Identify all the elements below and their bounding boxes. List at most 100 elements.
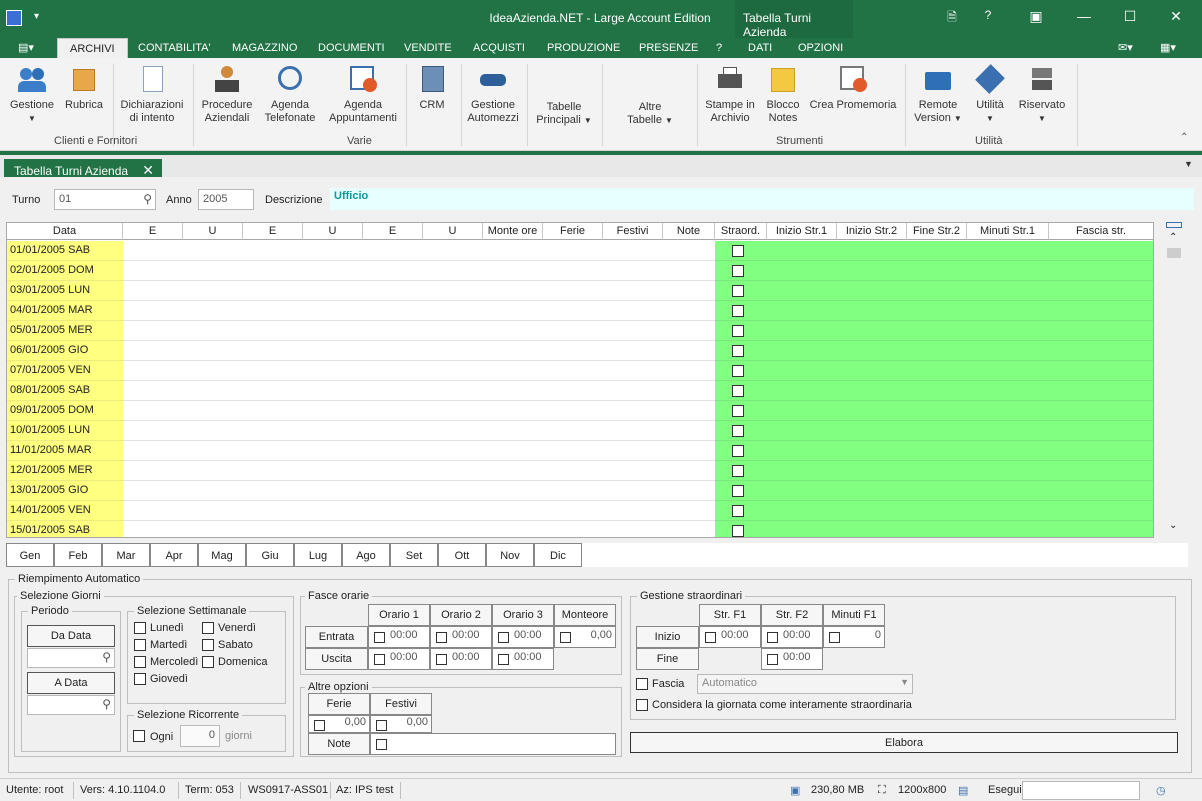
row-date[interactable]: 09/01/2005 DOM	[7, 401, 123, 421]
agenda-telefonate-button[interactable]: Agenda Telefonate	[260, 64, 320, 125]
inizio-minuti-f1-cell[interactable]: 0	[823, 626, 885, 648]
scroll-thumb[interactable]	[1167, 248, 1181, 258]
descrizione-input[interactable]: Ufficio	[330, 188, 1194, 210]
straord-checkbox[interactable]	[732, 525, 744, 537]
entrata-orario1-cell[interactable]: 00:00	[368, 626, 430, 648]
fascia-select[interactable]: Automatico ▼	[697, 674, 913, 694]
tab-dati[interactable]: DATI	[748, 42, 772, 54]
history-icon[interactable]: ◷	[1156, 784, 1166, 797]
dichiarazioni-button[interactable]: Dichiarazioni di intento	[118, 64, 186, 125]
overtime-cells[interactable]	[715, 501, 1153, 521]
table-row[interactable]	[123, 421, 715, 441]
column-header[interactable]: U	[423, 223, 483, 240]
festivi-cell[interactable]: 0,00	[370, 715, 432, 733]
venerdi-checkbox[interactable]	[202, 622, 214, 634]
window-layout-icon[interactable]: ▦▾	[1160, 41, 1176, 54]
column-header[interactable]: U	[183, 223, 243, 240]
row-date[interactable]: 12/01/2005 MER	[7, 461, 123, 481]
app-icon[interactable]	[6, 10, 22, 26]
overtime-cells[interactable]	[715, 401, 1153, 421]
straord-checkbox[interactable]	[732, 245, 744, 257]
straord-checkbox[interactable]	[732, 485, 744, 497]
mercoledi-checkbox[interactable]	[134, 656, 146, 668]
fine-str-f2-cell[interactable]: 00:00	[761, 648, 823, 670]
month-button-set[interactable]: Set	[390, 543, 438, 567]
row-date[interactable]: 01/01/2005 SAB	[7, 241, 123, 261]
month-button-mag[interactable]: Mag	[198, 543, 246, 567]
gestione-button[interactable]: Gestione ▼	[8, 64, 56, 125]
tab-vendite[interactable]: VENDITE	[404, 42, 452, 54]
table-row[interactable]	[123, 361, 715, 381]
row-date[interactable]: 07/01/2005 VEN	[7, 361, 123, 381]
column-header[interactable]: Data	[7, 223, 123, 240]
table-row[interactable]	[123, 381, 715, 401]
row-date[interactable]: 13/01/2005 GIO	[7, 481, 123, 501]
checkbox[interactable]	[376, 720, 387, 731]
chevron-down-icon[interactable]: ▼	[900, 677, 909, 687]
row-date[interactable]: 14/01/2005 VEN	[7, 501, 123, 521]
overtime-cells[interactable]	[715, 461, 1153, 481]
sabato-checkbox[interactable]	[202, 639, 214, 651]
domenica-checkbox[interactable]	[202, 656, 214, 668]
tabelle-principali-button[interactable]: Tabelle Principali ▼	[532, 101, 596, 127]
straord-checkbox[interactable]	[732, 285, 744, 297]
esegui-input[interactable]	[1022, 781, 1140, 800]
row-date[interactable]: 03/01/2005 LUN	[7, 281, 123, 301]
riservato-button[interactable]: Riservato ▼	[1014, 64, 1070, 125]
straord-checkbox[interactable]	[732, 385, 744, 397]
month-button-gen[interactable]: Gen	[6, 543, 54, 567]
month-button-giu[interactable]: Giu	[246, 543, 294, 567]
martedi-checkbox[interactable]	[134, 639, 146, 651]
checkbox[interactable]	[498, 632, 509, 643]
straord-checkbox[interactable]	[732, 425, 744, 437]
ferie-cell[interactable]: 0,00	[308, 715, 370, 733]
table-row[interactable]	[123, 341, 715, 361]
utilita-button[interactable]: Utilità ▼	[970, 64, 1010, 125]
turno-input[interactable]: 01 ⚲	[54, 189, 156, 210]
column-header[interactable]: E	[243, 223, 303, 240]
document-icon[interactable]: 🗎	[938, 8, 966, 29]
tab-archivi[interactable]: ARCHIVI	[57, 38, 128, 58]
overtime-cells[interactable]	[715, 441, 1153, 461]
note-cell[interactable]	[370, 733, 616, 755]
overtime-cells[interactable]	[715, 481, 1153, 501]
table-row[interactable]	[123, 461, 715, 481]
table-row[interactable]	[123, 401, 715, 421]
checkbox[interactable]	[436, 632, 447, 643]
checkbox[interactable]	[314, 720, 325, 731]
row-date[interactable]: 06/01/2005 GIO	[7, 341, 123, 361]
table-row[interactable]	[123, 301, 715, 321]
row-date[interactable]: 15/01/2005 SAB	[7, 521, 123, 537]
search-icon[interactable]: ⚲	[102, 697, 111, 711]
straord-checkbox[interactable]	[732, 265, 744, 277]
column-header[interactable]: Festivi	[603, 223, 663, 240]
row-date[interactable]: 11/01/2005 MAR	[7, 441, 123, 461]
checkbox[interactable]	[560, 632, 571, 643]
lunedi-checkbox[interactable]	[134, 622, 146, 634]
table-row[interactable]	[123, 501, 715, 521]
agenda-appuntamenti-button[interactable]: Agenda Appuntamenti	[326, 64, 400, 125]
overtime-cells[interactable]	[715, 421, 1153, 441]
column-header[interactable]: Straord.	[715, 223, 767, 240]
considera-checkbox[interactable]	[636, 699, 648, 711]
fascia-checkbox[interactable]	[636, 678, 648, 690]
overtime-cells[interactable]	[715, 261, 1153, 281]
giovedi-checkbox[interactable]	[134, 673, 146, 685]
crm-button[interactable]: CRM	[412, 64, 452, 112]
column-header[interactable]: E	[363, 223, 423, 240]
checkbox[interactable]	[374, 632, 385, 643]
table-row[interactable]	[123, 441, 715, 461]
anno-input[interactable]: 2005	[198, 189, 254, 210]
table-row[interactable]	[123, 281, 715, 301]
gestione-automezzi-button[interactable]: Gestione Automezzi	[466, 64, 520, 125]
straord-checkbox[interactable]	[732, 465, 744, 477]
rubrica-button[interactable]: Rubrica	[62, 64, 106, 112]
tab-documenti[interactable]: DOCUMENTI	[318, 42, 385, 54]
checkbox[interactable]	[436, 654, 447, 665]
straord-checkbox[interactable]	[732, 325, 744, 337]
ribbon-display-icon[interactable]: ▣	[1022, 8, 1050, 25]
straord-checkbox[interactable]	[732, 445, 744, 457]
month-button-mar[interactable]: Mar	[102, 543, 150, 567]
overtime-cells[interactable]	[715, 321, 1153, 341]
overtime-cells[interactable]	[715, 521, 1153, 537]
